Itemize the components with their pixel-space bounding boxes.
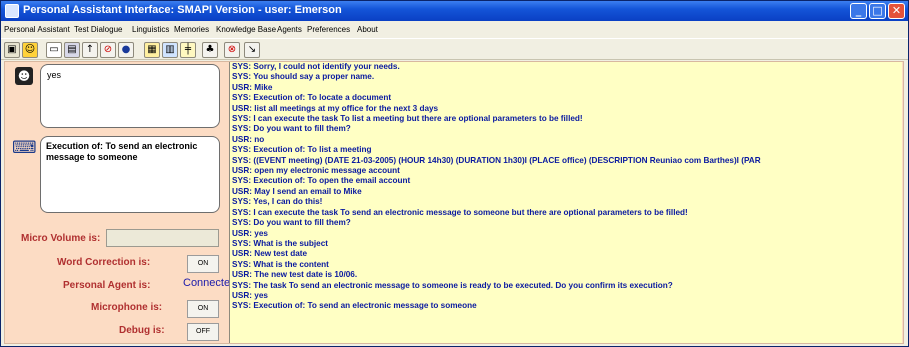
- user-input-box[interactable]: yes: [40, 64, 220, 128]
- micro-volume-field[interactable]: [106, 229, 219, 247]
- microphone-icon[interactable]: ♣: [202, 42, 218, 58]
- word-correction-label: Word Correction is:: [57, 257, 151, 268]
- log-line: USR: yes: [232, 290, 268, 300]
- log-line: SYS: I can execute the task To list a me…: [232, 114, 583, 124]
- table-icon[interactable]: ▦: [144, 42, 160, 58]
- debug-label: Debug is:: [119, 325, 165, 336]
- settings-icon[interactable]: ╪: [180, 42, 196, 58]
- log-line: SYS: What is the content: [232, 259, 329, 269]
- log-line: SYS: Do you want to fill them?: [232, 218, 351, 228]
- app-icon: [5, 4, 19, 18]
- menu-test-dialogue[interactable]: Test Dialogue: [74, 25, 122, 34]
- record-icon[interactable]: ●: [118, 42, 134, 58]
- menu-linguistics[interactable]: Linguistics: [132, 25, 169, 34]
- menu-personal-assistant[interactable]: Personal Assistant: [4, 25, 70, 34]
- stop-icon[interactable]: ⊘: [100, 42, 116, 58]
- log-line: USR: open my electronic message account: [232, 166, 400, 176]
- user-face-icon: ☻: [15, 67, 33, 85]
- open-icon[interactable]: ▣: [4, 42, 20, 58]
- log-line: USR: list all meetings at my office for …: [232, 103, 439, 113]
- log-line: SYS: Do you want to fill them?: [232, 124, 351, 134]
- log-line: SYS: Sorry, I could not identify your ne…: [232, 62, 400, 71]
- log-line: SYS: Execution of: To open the email acc…: [232, 176, 411, 186]
- micro-volume-label: Micro Volume is:: [21, 233, 101, 244]
- help-icon[interactable]: ↘: [244, 42, 260, 58]
- log-line: SYS: ((EVENT meeting) (DATE 21-03-2005) …: [232, 155, 761, 165]
- main-panel: ☻ yes ⌨ Execution of: To send an electro…: [4, 61, 904, 344]
- menu-knowledge-base[interactable]: Knowledge Base: [216, 25, 276, 34]
- log-line: USR: yes: [232, 228, 268, 238]
- log-line: SYS: Yes, I can do this!: [232, 197, 323, 207]
- log-line: SYS: The task To send an electronic mess…: [232, 280, 673, 290]
- menu-preferences[interactable]: Preferences: [307, 25, 350, 34]
- print-icon[interactable]: ▤: [64, 42, 80, 58]
- toolbar: ▣ ☺ ▭ ▤ ↑ ⊘ ● ▦ ▥ ╪ ♣ ⊗ ↘: [1, 38, 908, 60]
- dialogue-log[interactable]: SYS: Sorry, I could not identify your ne…: [229, 62, 902, 343]
- smiley-icon[interactable]: ☺: [22, 42, 38, 58]
- menu-agents[interactable]: Agents: [277, 25, 302, 34]
- log-line: USR: May I send an email to Mike: [232, 186, 362, 196]
- personal-agent-label: Personal Agent is:: [63, 280, 151, 291]
- word-correction-toggle[interactable]: ON: [187, 255, 219, 273]
- close-button[interactable]: ✕: [888, 3, 905, 19]
- save-icon[interactable]: ▭: [46, 42, 62, 58]
- log-line: USR: The new test date is 10/06.: [232, 270, 358, 280]
- maximize-button[interactable]: □: [869, 3, 886, 19]
- window-title: Personal Assistant Interface: SMAPI Vers…: [23, 4, 342, 16]
- close-red-icon[interactable]: ⊗: [224, 42, 240, 58]
- grid-icon[interactable]: ▥: [162, 42, 178, 58]
- agent-output-box[interactable]: Execution of: To send an electronic mess…: [40, 136, 220, 213]
- agent-computer-icon: ⌨: [12, 138, 37, 158]
- log-line: USR: Mike: [232, 82, 273, 92]
- microphone-label: Microphone is:: [91, 302, 163, 313]
- debug-toggle[interactable]: OFF: [187, 323, 219, 341]
- log-line: USR: New test date: [232, 249, 308, 259]
- app-window: Personal Assistant Interface: SMAPI Vers…: [0, 0, 909, 347]
- log-line: SYS: What is the subject: [232, 238, 328, 248]
- log-line: SYS: I can execute the task To send an e…: [232, 207, 688, 217]
- microphone-toggle[interactable]: ON: [187, 300, 219, 318]
- menu-memories[interactable]: Memories: [174, 25, 209, 34]
- menu-about[interactable]: About: [357, 25, 378, 34]
- pin-icon[interactable]: ↑: [82, 42, 98, 58]
- log-line: SYS: Execution of: To locate a document: [232, 93, 392, 103]
- log-line: SYS: Execution of: To list a meeting: [232, 145, 372, 155]
- log-line: SYS: Execution of: To send an electronic…: [232, 301, 477, 311]
- log-line: USR: no: [232, 134, 265, 144]
- minimize-button[interactable]: _: [850, 3, 867, 19]
- menu-bar: Personal Assistant Test Dialogue Linguis…: [1, 22, 908, 38]
- title-bar[interactable]: Personal Assistant Interface: SMAPI Vers…: [1, 1, 908, 21]
- log-line: SYS: You should say a proper name.: [232, 72, 375, 82]
